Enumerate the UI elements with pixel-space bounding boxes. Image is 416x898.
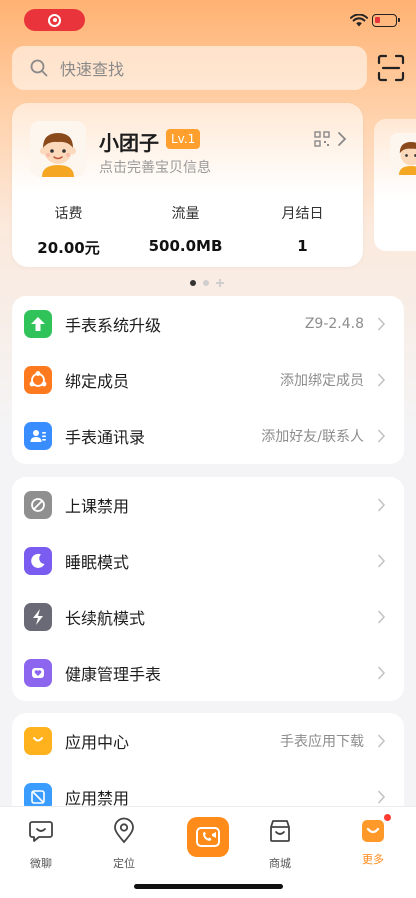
list-item-class-disable[interactable]: 上课禁用 <box>12 477 404 533</box>
tab-chat[interactable]: 微聊 <box>11 817 71 871</box>
tab-store[interactable]: 商城 <box>250 817 310 871</box>
carousel-indicator <box>190 279 224 287</box>
status-bar <box>0 0 416 42</box>
video-call-button[interactable] <box>187 817 229 857</box>
page-dot <box>203 280 209 286</box>
chevron-right-icon <box>378 610 386 624</box>
level-badge: Lv.1 <box>166 129 201 149</box>
list-item-bind-members[interactable]: 绑定成员 添加绑定成员 <box>12 352 404 408</box>
page-dot-active <box>190 280 196 286</box>
avatar <box>390 133 416 175</box>
app-center-icon <box>24 727 52 755</box>
wifi-icon <box>350 14 368 27</box>
notification-badge <box>383 813 392 822</box>
chevron-right-icon <box>378 734 386 748</box>
location-icon <box>114 817 134 844</box>
more-icon <box>359 813 392 845</box>
chevron-right-icon <box>378 429 386 443</box>
list-item-health-watch[interactable]: 健康管理手表 <box>12 645 404 701</box>
chevron-right-icon <box>378 554 386 568</box>
list-item-sleep-mode[interactable]: 睡眠模式 <box>12 533 404 589</box>
list-item-contacts[interactable]: 手表通讯录 添加好友/联系人 <box>12 408 404 464</box>
tab-more[interactable]: 更多 <box>343 813 403 867</box>
home-indicator <box>134 884 283 889</box>
battery-icon <box>372 14 400 27</box>
scan-icon[interactable] <box>377 54 405 82</box>
stat-billing-day[interactable]: 月结日 1 <box>244 203 361 258</box>
chevron-right-icon <box>378 790 386 804</box>
search-placeholder: 快速查找 <box>60 60 125 79</box>
chevron-right-icon <box>378 498 386 512</box>
store-icon <box>270 820 290 842</box>
lightning-icon <box>24 603 52 631</box>
chat-icon <box>29 821 53 842</box>
list-item-system-upgrade[interactable]: 手表系统升级 Z9-2.4.8 <box>12 296 404 352</box>
profile-card[interactable]: 小团子 Lv.1 点击完善宝贝信息 话费 20.00元 流量 500.0MB 月… <box>12 103 363 267</box>
class-disable-icon <box>24 491 52 519</box>
plan-stats: 话费 20.00元 流量 500.0MB 月结日 1 <box>12 203 363 258</box>
qr-code-icon[interactable] <box>314 131 330 147</box>
chevron-right-icon[interactable] <box>336 131 348 147</box>
avatar[interactable] <box>30 121 86 177</box>
settings-group-device: 手表系统升级 Z9-2.4.8 绑定成员 添加绑定成员 手表通讯录 添加好友/联… <box>12 296 404 464</box>
record-icon <box>48 13 61 27</box>
search-icon <box>30 59 48 77</box>
chevron-right-icon <box>378 666 386 680</box>
upgrade-icon <box>24 310 52 338</box>
video-call-icon <box>196 827 220 847</box>
members-icon <box>24 366 52 394</box>
child-name: 小团子 <box>99 131 159 155</box>
contacts-icon <box>24 422 52 450</box>
list-item-long-battery[interactable]: 长续航模式 <box>12 589 404 645</box>
search-bar[interactable]: 快速查找 <box>12 46 367 90</box>
stat-data-traffic[interactable]: 流量 500.0MB <box>127 203 244 258</box>
chevron-right-icon <box>378 373 386 387</box>
profile-hint[interactable]: 点击完善宝贝信息 <box>99 157 211 177</box>
tab-location[interactable]: 定位 <box>94 817 154 871</box>
add-page-dot <box>216 279 224 287</box>
list-item-app-center[interactable]: 应用中心 手表应用下载 <box>12 713 404 769</box>
screen-recording-indicator[interactable] <box>24 9 85 31</box>
health-watch-icon <box>24 659 52 687</box>
chevron-right-icon <box>378 317 386 331</box>
moon-icon <box>24 547 52 575</box>
stat-phone-fee[interactable]: 话费 20.00元 <box>10 203 127 258</box>
next-profile-card[interactable] <box>374 119 416 251</box>
settings-group-modes: 上课禁用 睡眠模式 长续航模式 健康管理手表 <box>12 477 404 701</box>
